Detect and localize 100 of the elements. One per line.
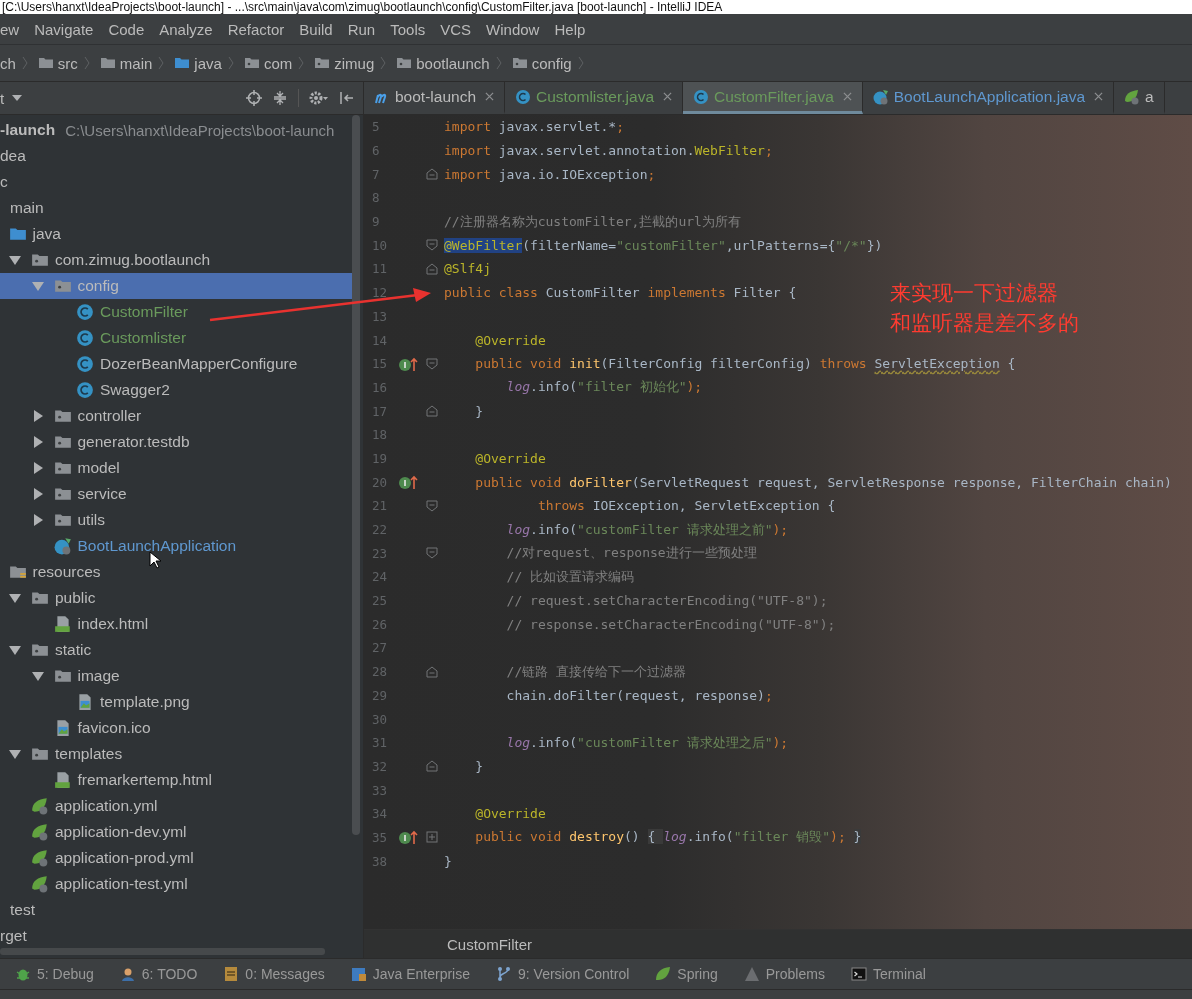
breadcrumb-item[interactable]: com bbox=[243, 54, 293, 72]
close-icon[interactable] bbox=[1094, 92, 1104, 101]
expand-arrow-icon[interactable] bbox=[9, 254, 21, 266]
tree-item[interactable]: Customlister bbox=[0, 325, 352, 351]
fold-marker-icon[interactable] bbox=[426, 168, 438, 181]
tree-item[interactable]: service bbox=[0, 481, 352, 507]
tree-item[interactable]: templates bbox=[0, 741, 352, 767]
tree-item[interactable]: static bbox=[0, 637, 352, 663]
tree-item[interactable]: rget bbox=[0, 923, 352, 949]
fold-marker-icon[interactable] bbox=[426, 547, 438, 560]
breadcrumb-item[interactable]: src bbox=[37, 54, 78, 72]
tree-item[interactable]: application.yml bbox=[0, 793, 352, 819]
menu-item[interactable]: Tools bbox=[390, 20, 426, 38]
menu-item[interactable]: ew bbox=[0, 20, 20, 38]
tool-window-button[interactable]: Terminal bbox=[850, 966, 926, 982]
collapse-icon[interactable] bbox=[272, 90, 288, 106]
tree-item[interactable]: -launch C:\Users\hanxt\IdeaProjects\boot-launch bbox=[0, 117, 352, 143]
menu-item[interactable]: Help bbox=[554, 20, 586, 38]
override-gutter-icon[interactable] bbox=[398, 355, 418, 372]
fold-marker-icon[interactable] bbox=[426, 499, 438, 512]
breadcrumb-item[interactable]: zimug bbox=[314, 54, 375, 72]
editor-breadcrumb[interactable]: CustomFilter bbox=[447, 935, 532, 953]
tree-item[interactable]: fremarkertemp.html bbox=[0, 767, 352, 793]
close-icon[interactable] bbox=[485, 92, 494, 101]
scrollbar[interactable] bbox=[352, 115, 360, 835]
panel-title[interactable]: t bbox=[0, 89, 5, 107]
tool-window-button[interactable]: 5: Debug bbox=[15, 966, 94, 982]
expand-arrow-icon[interactable] bbox=[31, 436, 44, 448]
tree-item[interactable]: favicon.ico bbox=[0, 715, 352, 741]
tool-window-button[interactable]: Java Enterprise bbox=[350, 966, 470, 982]
line-number: 21 bbox=[371, 498, 389, 514]
tool-window-button[interactable]: Problems bbox=[743, 966, 825, 982]
fold-marker-icon[interactable] bbox=[426, 357, 438, 370]
menu-item[interactable]: Run bbox=[347, 20, 376, 38]
tree-item[interactable]: template.png bbox=[0, 689, 352, 715]
settings-icon[interactable] bbox=[309, 90, 329, 106]
tree-item[interactable]: com.zimug.bootlaunch bbox=[0, 247, 352, 273]
menu-item[interactable]: Navigate bbox=[34, 20, 94, 38]
tree-item[interactable]: resources bbox=[0, 559, 352, 585]
tree-item[interactable]: index.html bbox=[0, 611, 352, 637]
tool-window-button[interactable]: 0: Messages bbox=[223, 966, 325, 982]
fold-marker-icon[interactable] bbox=[426, 262, 438, 275]
breadcrumb-item[interactable]: bootlaunch bbox=[396, 54, 490, 72]
code-token: "filter 初始化" bbox=[577, 379, 687, 395]
tree-item[interactable]: BootLaunchApplication bbox=[0, 533, 352, 559]
tool-window-button[interactable]: Spring bbox=[655, 966, 718, 982]
menu-item[interactable]: VCS bbox=[440, 20, 472, 38]
close-icon[interactable] bbox=[663, 92, 673, 101]
line-number: 25 bbox=[371, 593, 389, 609]
expand-arrow-icon[interactable] bbox=[9, 748, 21, 760]
tree-item[interactable]: java bbox=[0, 221, 352, 247]
fold-marker-icon[interactable] bbox=[426, 405, 438, 418]
breadcrumb-item[interactable]: config bbox=[511, 54, 572, 72]
tree-item[interactable]: generator.testdb bbox=[0, 429, 352, 455]
tree-item[interactable]: application-prod.yml bbox=[0, 845, 352, 871]
code-token: ; bbox=[616, 119, 625, 135]
expand-arrow-icon[interactable] bbox=[31, 410, 44, 422]
expand-arrow-icon[interactable] bbox=[9, 592, 21, 604]
tree-item[interactable]: application-test.yml bbox=[0, 871, 352, 897]
breadcrumb-item[interactable]: main bbox=[99, 54, 153, 72]
tree-item[interactable]: controller bbox=[0, 403, 352, 429]
expand-arrow-icon[interactable] bbox=[31, 670, 44, 682]
tree-item[interactable]: application-dev.yml bbox=[0, 819, 352, 845]
caret-icon[interactable] bbox=[12, 95, 23, 101]
menu-item[interactable]: Build bbox=[299, 20, 333, 38]
tree-item[interactable]: CustomFilter bbox=[0, 299, 352, 325]
editor-tab[interactable]: BootLaunchApplication.java bbox=[862, 82, 1115, 114]
override-gutter-icon[interactable] bbox=[398, 829, 418, 846]
tree-item[interactable]: dea bbox=[0, 143, 352, 169]
menu-item[interactable]: Analyze bbox=[159, 20, 213, 38]
tree-item[interactable]: public bbox=[0, 585, 352, 611]
breadcrumb-item[interactable]: java bbox=[174, 54, 222, 72]
code-token: (ServletRequest request, ServletResponse response, FilterChain chain) bbox=[631, 474, 1172, 490]
fold-marker-icon[interactable] bbox=[426, 239, 438, 252]
hide-icon[interactable] bbox=[339, 90, 355, 106]
tool-window-button[interactable]: 9: Version Control bbox=[496, 966, 630, 982]
editor-tab[interactable]: a bbox=[1114, 82, 1165, 114]
menu-item[interactable]: Window bbox=[486, 20, 540, 38]
menu-item[interactable]: Refactor bbox=[227, 20, 285, 38]
override-gutter-icon[interactable] bbox=[398, 474, 418, 491]
tree-item[interactable]: c bbox=[0, 169, 352, 195]
tree-item[interactable]: image bbox=[0, 663, 352, 689]
breadcrumb-item[interactable]: ch bbox=[0, 54, 16, 72]
tree-item[interactable]: main bbox=[0, 195, 352, 221]
expand-arrow-icon[interactable] bbox=[9, 644, 21, 656]
tool-window-button[interactable]: 6: TODO bbox=[119, 966, 198, 982]
tree-item[interactable]: Swagger2 bbox=[0, 377, 352, 403]
fold-marker-icon[interactable] bbox=[426, 665, 438, 678]
expand-arrow-icon[interactable] bbox=[31, 488, 44, 500]
tree-item[interactable]: test bbox=[0, 897, 352, 923]
expand-arrow-icon[interactable] bbox=[31, 514, 44, 526]
tree-item[interactable]: DozerBeanMapperConfigure bbox=[0, 351, 352, 377]
fold-marker-icon[interactable] bbox=[426, 760, 438, 773]
expand-arrow-icon[interactable] bbox=[31, 462, 44, 474]
tree-item[interactable]: model bbox=[0, 455, 352, 481]
editor-tab[interactable]: boot-launch bbox=[364, 82, 505, 114]
tree-item[interactable]: utils bbox=[0, 507, 352, 533]
menu-item[interactable]: Code bbox=[108, 20, 145, 38]
expand-marker-icon[interactable] bbox=[426, 831, 438, 844]
target-icon[interactable] bbox=[246, 90, 262, 106]
